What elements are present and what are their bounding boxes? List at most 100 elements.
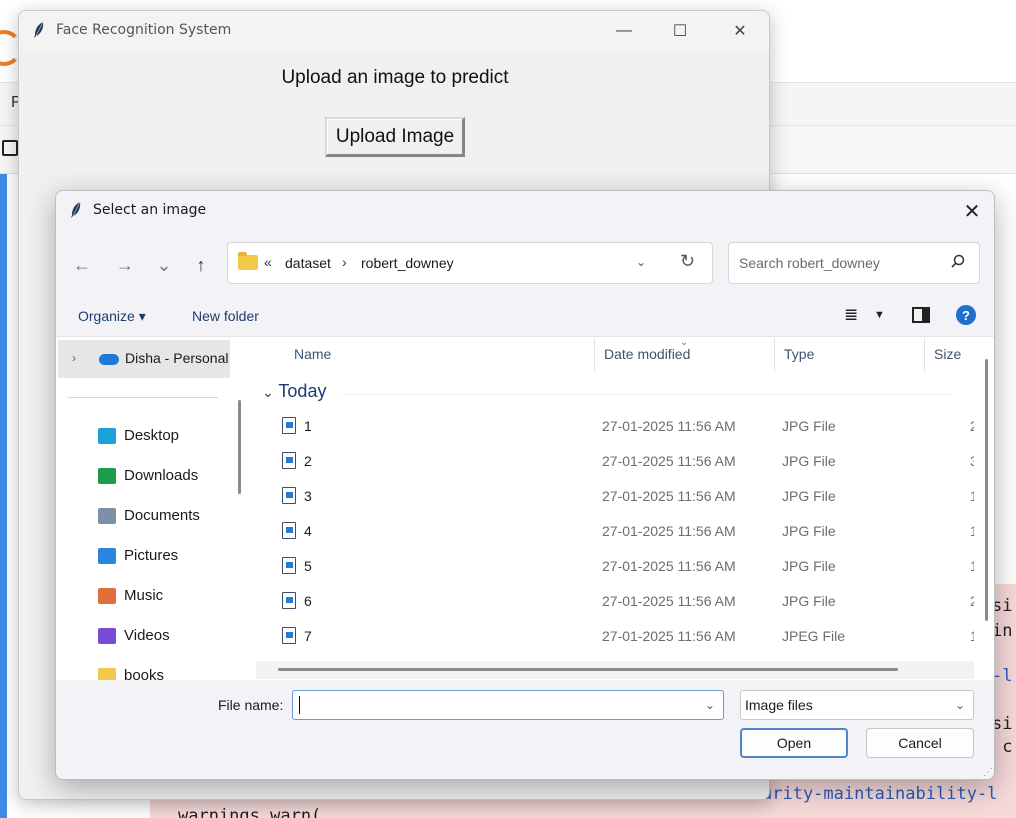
file-row[interactable]: 3 27-01-2025 11:56 AM JPG File 1 <box>252 479 974 514</box>
search-placeholder: Search robert_downey <box>739 255 880 271</box>
open-button[interactable]: Open <box>740 728 848 758</box>
view-options-icon[interactable]: ≣ <box>844 305 858 325</box>
sidebar-item-pictures[interactable]: Pictures📌 <box>96 545 236 569</box>
refresh-icon[interactable]: ↻ <box>680 251 695 272</box>
up-button[interactable]: ↑ <box>188 253 214 277</box>
column-header-type[interactable]: Type <box>784 346 814 362</box>
column-header-date[interactable]: Date modified <box>604 346 690 362</box>
column-separator[interactable] <box>924 338 925 372</box>
breadcrumb-robert-downey[interactable]: robert_downey <box>361 255 454 271</box>
file-name-input[interactable]: ⌄ <box>292 690 724 720</box>
nav-scrollbar[interactable] <box>238 400 241 494</box>
chevron-down-icon[interactable]: ⌄ <box>636 255 646 269</box>
file-date: 27-01-2025 11:56 AM <box>602 558 736 574</box>
file-size: 1 <box>970 488 974 504</box>
file-type: JPG File <box>782 593 836 609</box>
new-folder-button[interactable]: New folder <box>192 308 259 324</box>
file-list-scrollbar[interactable] <box>985 359 988 621</box>
file-row[interactable]: 4 27-01-2025 11:56 AM JPG File 1 <box>252 514 974 549</box>
file-name: 4 <box>304 523 312 539</box>
sidebar-item-label: Videos <box>124 627 170 644</box>
command-bar: Organize ▾ New folder ≣ ▼ ? <box>56 295 994 337</box>
column-header-size[interactable]: Size <box>934 346 961 362</box>
file-type: JPG File <box>782 488 836 504</box>
folder-icon <box>98 668 116 680</box>
file-name: 1 <box>304 418 312 434</box>
search-field[interactable]: Search robert_downey <box>728 242 980 284</box>
sidebar-item-music[interactable]: Music📌 <box>96 585 236 609</box>
save-icon[interactable] <box>2 140 18 156</box>
file-row[interactable]: 7 27-01-2025 11:56 AM JPEG File 1 <box>252 619 974 654</box>
sidebar-item-downloads[interactable]: Downloads📌 <box>96 465 236 489</box>
search-icon <box>951 254 965 268</box>
music-icon <box>98 588 116 604</box>
downloads-icon <box>98 468 116 484</box>
image-file-icon <box>282 487 296 504</box>
pictures-icon <box>98 548 116 564</box>
file-type: JPG File <box>782 558 836 574</box>
file-row[interactable]: 1 27-01-2025 11:56 AM JPG File 2 <box>252 409 974 444</box>
file-name: 3 <box>304 488 312 504</box>
chevron-down-icon[interactable]: ⌄ <box>705 698 715 712</box>
dialog-titlebar[interactable]: Select an image ✕ <box>56 191 994 231</box>
sidebar-item-books[interactable]: books📌 <box>96 665 236 680</box>
group-header-today[interactable]: ⌄ Today <box>262 381 326 402</box>
close-button[interactable]: ✕ <box>717 11 763 51</box>
file-name: 6 <box>304 593 312 609</box>
help-button[interactable]: ? <box>956 305 976 325</box>
divider <box>68 397 218 398</box>
organize-button[interactable]: Organize ▾ <box>78 308 146 325</box>
file-date: 27-01-2025 11:56 AM <box>602 453 736 469</box>
recent-locations-button[interactable]: ⌄ <box>151 253 177 277</box>
feather-icon <box>71 201 81 218</box>
file-row[interactable]: 2 27-01-2025 11:56 AM JPG File 3 <box>252 444 974 479</box>
window-titlebar[interactable]: Face Recognition System — ☐ ✕ <box>19 11 769 51</box>
horizontal-scroll-thumb[interactable] <box>278 668 898 671</box>
upload-image-button[interactable]: Upload Image <box>325 117 465 157</box>
column-separator[interactable] <box>774 338 775 372</box>
back-button[interactable]: ← <box>69 253 95 277</box>
column-separator[interactable] <box>594 338 595 372</box>
file-date: 27-01-2025 11:56 AM <box>602 628 736 644</box>
breadcrumb-dataset[interactable]: dataset <box>285 255 331 271</box>
resize-grip-icon[interactable]: ⋰ <box>983 767 993 778</box>
chevron-down-icon[interactable]: ⌄ <box>262 384 274 400</box>
file-size: 1 <box>970 628 974 644</box>
view-dropdown-icon[interactable]: ▼ <box>874 309 885 321</box>
file-type: JPEG File <box>782 628 846 644</box>
sidebar-item-label: Pictures <box>124 547 179 564</box>
sidebar-item-videos[interactable]: Videos📌 <box>96 625 236 649</box>
image-file-icon <box>282 557 296 574</box>
folder-icon <box>238 252 258 270</box>
sidebar-item-documents[interactable]: Documents📌 <box>96 505 236 529</box>
column-header-name[interactable]: Name <box>294 346 331 362</box>
file-name: 5 <box>304 558 312 574</box>
file-date: 27-01-2025 11:56 AM <box>602 418 736 434</box>
group-label: Today <box>278 381 327 401</box>
address-bar[interactable]: « dataset › robert_downey ⌄ ↻ <box>227 242 713 284</box>
breadcrumb-separator: › <box>342 254 347 270</box>
cancel-button[interactable]: Cancel <box>866 728 974 758</box>
preview-pane-icon[interactable] <box>912 307 930 323</box>
file-size: 2 <box>970 418 974 434</box>
dialog-close-button[interactable]: ✕ <box>950 191 994 231</box>
navigation-bar: ← → ⌄ ↑ « dataset › robert_downey ⌄ ↻ Se… <box>56 231 994 295</box>
maximize-button[interactable]: ☐ <box>657 11 703 51</box>
breadcrumb-overflow[interactable]: « <box>264 254 272 270</box>
background-sidebar-strip <box>0 174 7 818</box>
file-row[interactable]: 6 27-01-2025 11:56 AM JPG File 2 <box>252 584 974 619</box>
file-type-select[interactable]: Image files ⌄ <box>740 690 974 720</box>
forward-button[interactable]: → <box>112 253 138 277</box>
upload-prompt-label: Upload an image to predict <box>281 67 509 88</box>
sidebar-item-onedrive[interactable]: › Disha - Personal <box>58 340 230 378</box>
chevron-right-icon[interactable]: › <box>72 351 76 365</box>
file-row[interactable]: 5 27-01-2025 11:56 AM JPG File 1 <box>252 549 974 584</box>
minimize-button[interactable]: — <box>601 11 647 51</box>
videos-icon <box>98 628 116 644</box>
select-image-dialog: Select an image ✕ ← → ⌄ ↑ « dataset › ro… <box>55 190 995 780</box>
file-type-value: Image files <box>745 697 813 713</box>
chevron-down-icon[interactable]: ⌄ <box>955 698 965 712</box>
horizontal-scrollbar[interactable] <box>256 661 974 679</box>
desktop-icon <box>98 428 116 444</box>
sidebar-item-desktop[interactable]: Desktop📌 <box>96 425 236 449</box>
